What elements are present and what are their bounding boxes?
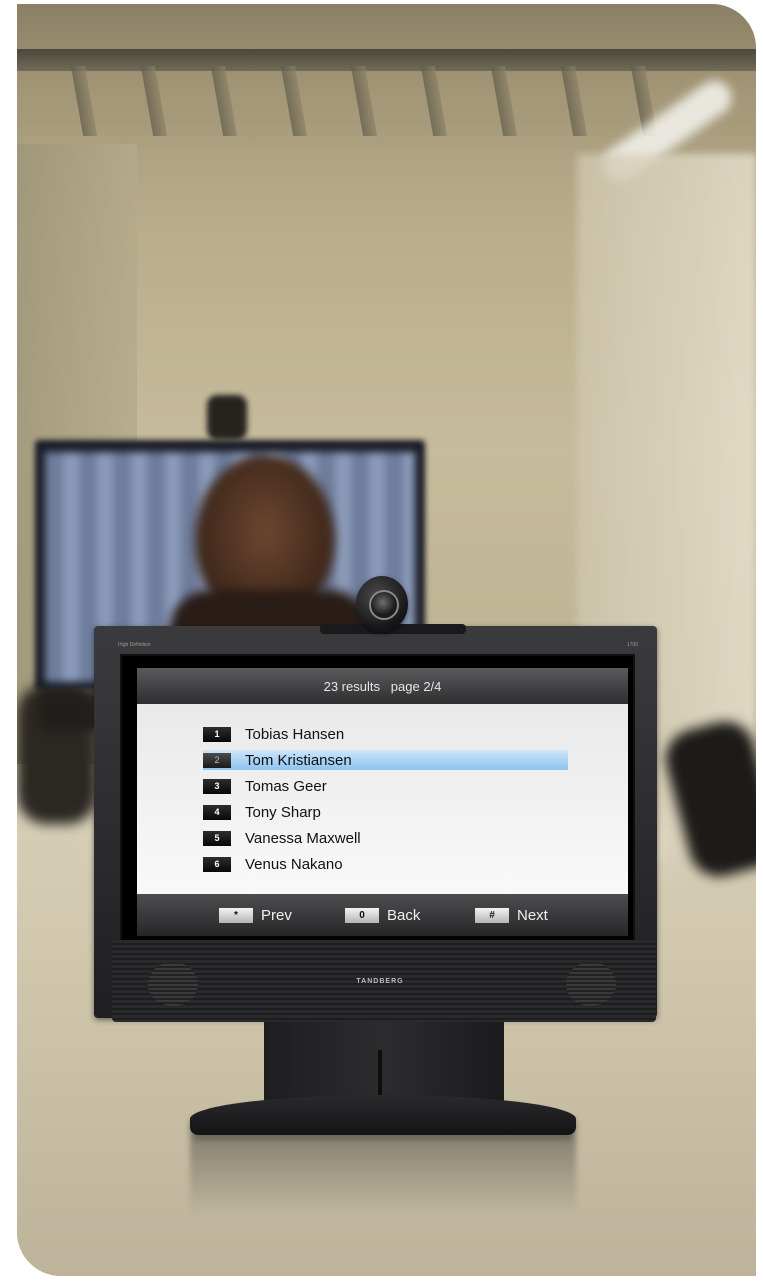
list-item-selected[interactable]: 2 Tom Kristiansen — [203, 750, 568, 770]
monitor-stand — [264, 1022, 504, 1102]
stand-cable-slot — [378, 1050, 382, 1095]
brand-logo: TANDBERG — [356, 978, 404, 985]
speaker-grille-left — [148, 962, 198, 1006]
number-key-icon: 1 — [203, 726, 231, 742]
results-header: 23 results page 2/4 — [137, 668, 628, 704]
camera-lens-icon — [369, 590, 399, 620]
back-button[interactable]: 0 Back — [345, 894, 420, 936]
hash-key-icon: # — [475, 907, 509, 923]
hd-badge: High Definition — [118, 642, 151, 648]
contact-name: Tom Kristiansen — [245, 751, 352, 769]
prev-label: Prev — [261, 906, 292, 924]
star-key-icon: * — [219, 907, 253, 923]
number-key-icon: 3 — [203, 778, 231, 794]
number-key-icon: 2 — [203, 752, 231, 768]
contact-name: Vanessa Maxwell — [245, 829, 361, 847]
background-camera — [207, 395, 247, 440]
speaker-grille-right — [566, 962, 616, 1006]
model-number: 1700 — [626, 642, 638, 648]
list-item[interactable]: 5 Vanessa Maxwell — [203, 828, 568, 848]
contact-name: Tobias Hansen — [245, 725, 345, 743]
results-summary: 23 results page 2/4 — [323, 678, 442, 694]
results-list: 1 Tobias Hansen 2 Tom Kristiansen 3 Toma… — [137, 704, 628, 894]
back-label: Back — [387, 906, 421, 924]
next-button[interactable]: # Next — [475, 894, 548, 936]
number-key-icon: 6 — [203, 856, 231, 872]
list-item[interactable]: 6 Venus Nakano — [203, 854, 568, 874]
list-item[interactable]: 1 Tobias Hansen — [203, 724, 568, 744]
contact-name: Tony Sharp — [245, 803, 321, 821]
list-item[interactable]: 4 Tony Sharp — [203, 802, 568, 822]
contact-name: Venus Nakano — [245, 855, 343, 873]
navigation-bar: * Prev 0 Back # Next — [137, 894, 628, 936]
list-item[interactable]: 3 Tomas Geer — [203, 776, 568, 796]
base-reflection — [190, 1136, 576, 1216]
monitor-base — [190, 1095, 576, 1135]
zero-key-icon: 0 — [345, 907, 379, 923]
prev-button[interactable]: * Prev — [219, 894, 292, 936]
contact-name: Tomas Geer — [245, 777, 327, 795]
number-key-icon: 4 — [203, 804, 231, 820]
number-key-icon: 5 — [203, 830, 231, 846]
next-label: Next — [517, 906, 548, 924]
